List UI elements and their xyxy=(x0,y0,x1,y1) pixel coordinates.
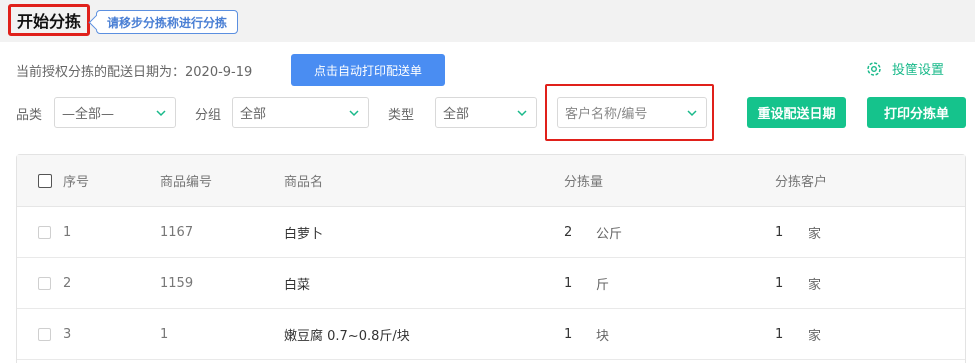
product-name: 嫩豆腐 0.7~0.8斤/块 xyxy=(284,328,410,344)
page-title: 开始分拣 xyxy=(8,4,91,36)
category-select[interactable]: —全部— xyxy=(54,97,176,128)
customer-count-unit: 家 xyxy=(808,277,822,293)
column-header-customers: 分拣客户 xyxy=(775,175,828,190)
chevron-down-icon xyxy=(349,110,359,117)
chevron-down-icon xyxy=(156,110,166,117)
customer-count: 1 xyxy=(775,224,784,240)
select-all-checkbox[interactable] xyxy=(38,155,52,206)
category-label: 品类 xyxy=(16,108,43,123)
row-index: 1 xyxy=(63,224,72,240)
auto-print-button[interactable]: 点击自动打印配送单 xyxy=(291,54,445,86)
product-name: 白菜 xyxy=(284,277,311,293)
sort-qty-unit: 斤 xyxy=(596,277,610,293)
basket-settings-link[interactable]: 投筐设置 xyxy=(866,59,944,78)
product-code: 1167 xyxy=(160,224,194,240)
customer-count: 1 xyxy=(775,275,784,291)
delivery-date-label: 当前授权分拣的配送日期为：2020-9-19 xyxy=(16,65,253,80)
type-select[interactable]: 全部 xyxy=(435,97,537,128)
customer-count-unit: 家 xyxy=(808,328,822,344)
print-sort-button[interactable]: 打印分拣单 xyxy=(867,97,966,128)
group-select[interactable]: 全部 xyxy=(232,97,369,128)
chevron-down-icon xyxy=(687,110,697,117)
sort-qty-unit: 块 xyxy=(596,328,610,344)
sort-qty: 2 xyxy=(564,224,573,240)
product-code: 1159 xyxy=(160,275,194,291)
product-name: 白萝卜 xyxy=(284,226,324,242)
customer-select[interactable]: 客户名称/编号 xyxy=(557,97,707,128)
column-header-qty: 分拣量 xyxy=(564,175,604,190)
table-row[interactable]: 3 1 嫩豆腐 0.7~0.8斤/块 1 块 1 家 xyxy=(17,309,965,360)
column-header-name: 商品名 xyxy=(284,175,324,190)
product-code: 1 xyxy=(160,326,169,342)
row-checkbox[interactable] xyxy=(38,327,51,341)
sort-qty: 1 xyxy=(564,275,573,291)
group-label: 分组 xyxy=(195,108,222,123)
column-header-index: 序号 xyxy=(63,175,90,190)
row-checkbox[interactable] xyxy=(38,276,51,290)
column-header-code: 商品编号 xyxy=(160,175,213,190)
customer-select-placeholder: 客户名称/编号 xyxy=(565,107,648,122)
type-label: 类型 xyxy=(388,108,415,123)
customer-count-unit: 家 xyxy=(808,226,822,242)
sort-qty: 1 xyxy=(564,326,573,342)
top-bar: 开始分拣 请移步分拣称进行分拣 xyxy=(0,0,975,42)
row-index: 3 xyxy=(63,326,72,342)
group-select-value: 全部 xyxy=(240,107,267,122)
row-index: 2 xyxy=(63,275,72,291)
type-select-value: 全部 xyxy=(443,107,470,122)
table-row[interactable]: 1 1167 白萝卜 2 公斤 1 家 xyxy=(17,207,965,258)
sort-qty-unit: 公斤 xyxy=(596,226,623,242)
table-header: 序号 商品编号 商品名 分拣量 分拣客户 xyxy=(17,155,965,207)
sorting-table: 序号 商品编号 商品名 分拣量 分拣客户 1 1167 白萝卜 2 公斤 1 家… xyxy=(16,154,966,363)
gear-icon xyxy=(867,61,881,76)
settings-label: 投筐设置 xyxy=(892,63,945,78)
customer-count: 1 xyxy=(775,326,784,342)
table-row[interactable]: 2 1159 白菜 1 斤 1 家 xyxy=(17,258,965,309)
checkbox-box[interactable] xyxy=(38,173,52,188)
category-select-value: —全部— xyxy=(62,107,115,122)
row-checkbox[interactable] xyxy=(38,225,51,239)
hint-tooltip: 请移步分拣称进行分拣 xyxy=(96,10,239,34)
reset-date-button[interactable]: 重设配送日期 xyxy=(747,97,846,128)
chevron-down-icon xyxy=(517,110,527,117)
